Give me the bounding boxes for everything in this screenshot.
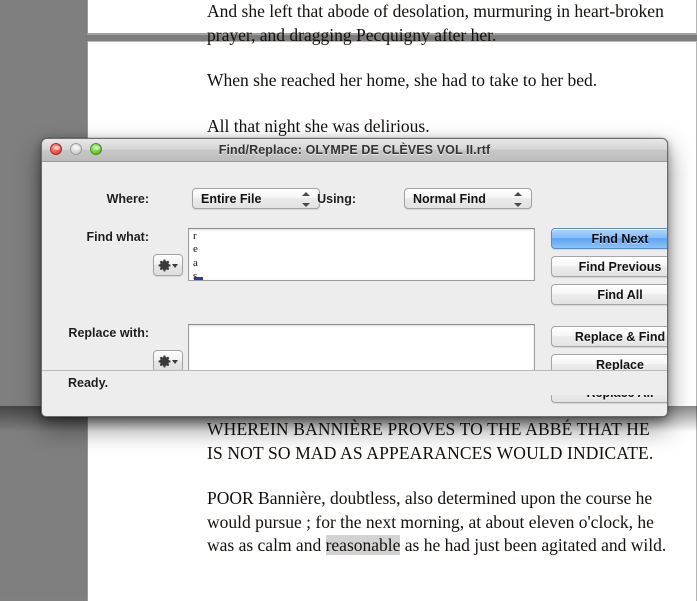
where-label: Where: xyxy=(106,192,149,206)
replace-with-label: Replace with: xyxy=(68,326,149,340)
find-what-input[interactable]: r e a s xyxy=(188,228,535,281)
zoom-button-icon[interactable] xyxy=(90,143,102,155)
chevron-updown-icon xyxy=(514,192,522,207)
window-controls xyxy=(50,143,102,155)
replace-options-gear-icon[interactable] xyxy=(153,350,183,372)
status-text: Ready. xyxy=(68,376,109,390)
using-dropdown[interactable]: Normal Find xyxy=(404,188,532,209)
where-dropdown-value: Entire File xyxy=(201,191,262,206)
text-caret xyxy=(194,277,203,280)
find-all-button[interactable]: Find All xyxy=(551,284,667,305)
dialog-titlebar[interactable]: Find/Replace: OLYMPE DE CLÈVES VOL II.rt… xyxy=(42,139,667,162)
minimize-button-icon[interactable] xyxy=(70,143,82,155)
find-replace-dialog: Find/Replace: OLYMPE DE CLÈVES VOL II.rt… xyxy=(41,138,668,417)
document-paragraph: POOR Bannière, doubtless, also determine… xyxy=(207,487,667,558)
document-paragraph: And she left that abode of desolation, m… xyxy=(207,1,664,45)
document-paragraph: All that night she was delirious. xyxy=(207,115,430,136)
document-text-top: And she left that abode of desolation, m… xyxy=(207,0,667,160)
find-what-line: a xyxy=(193,256,198,269)
find-what-value: r e a s xyxy=(193,230,534,281)
using-dropdown-value: Normal Find xyxy=(413,191,486,206)
document-chapter-heading: WHEREIN BANNIÈRE PROVES TO THE ABBÉ THAT… xyxy=(207,419,654,463)
dialog-title: Find/Replace: OLYMPE DE CLÈVES VOL II.rt… xyxy=(218,143,491,157)
find-options-gear-icon[interactable] xyxy=(153,254,183,276)
chevron-down-icon xyxy=(172,264,178,268)
find-what-line: s xyxy=(193,269,198,281)
chevron-updown-icon xyxy=(302,192,310,207)
status-bar: Ready. xyxy=(42,370,667,395)
chevron-down-icon xyxy=(172,360,178,364)
where-dropdown[interactable]: Entire File xyxy=(192,188,320,209)
dialog-body: Where: Entire File Using: Normal Find Fi… xyxy=(42,162,667,403)
scope-row: Where: Entire File Using: Normal Find xyxy=(42,188,667,210)
paragraph-text-after-match: as he had just been agitated and wild. xyxy=(400,535,667,556)
replace-and-find-button[interactable]: Replace & Find xyxy=(551,326,667,347)
find-next-button[interactable]: Find Next xyxy=(551,228,667,249)
close-button-icon[interactable] xyxy=(50,143,62,155)
find-previous-button[interactable]: Find Previous xyxy=(551,256,667,277)
document-text-bottom: WHEREIN BANNIÈRE PROVES TO THE ABBÉ THAT… xyxy=(207,418,667,580)
find-what-line: r xyxy=(193,230,197,242)
document-paragraph: When she reached her home, she had to ta… xyxy=(207,70,598,91)
using-label: Using: xyxy=(317,192,356,206)
search-match-highlight: reasonable xyxy=(325,535,401,556)
find-what-line: e xyxy=(193,243,198,256)
find-what-label: Find what: xyxy=(86,230,150,244)
